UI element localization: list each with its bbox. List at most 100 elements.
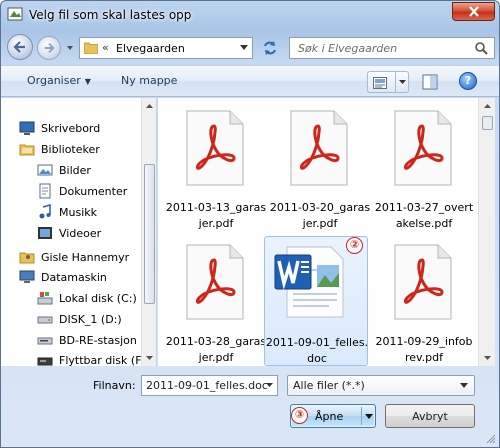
title-bar[interactable]: Velg fil som skal lastes opp: [1, 1, 499, 29]
word-document-icon: [274, 246, 344, 318]
nav-item-label: BD-RE-stasjon: [59, 333, 137, 347]
pdf-file-icon: [186, 110, 244, 186]
file-type-value: Alle filer (*.*): [293, 379, 365, 392]
file-item[interactable]: 2011-03-13_garas jer.pdf: [164, 102, 268, 232]
file-type-select[interactable]: Alle filer (*.*): [287, 375, 475, 396]
callout-marker-3: ③: [291, 407, 308, 424]
nav-item-disk-d[interactable]: DISK_1 (D:): [37, 309, 122, 329]
nav-item-libraries[interactable]: Biblioteker: [19, 139, 100, 159]
scrollbar-thumb[interactable]: [482, 116, 493, 130]
nav-item-videos[interactable]: Videoer: [37, 223, 101, 243]
command-bar: Organiser ▼ Ny mappe ?: [1, 65, 499, 97]
nav-item-label: Gisle Hannemyr: [41, 250, 130, 264]
file-name: 2011-03-28_garas jer.pdf: [164, 334, 268, 366]
close-icon: [469, 6, 479, 17]
breadcrumb-overflow[interactable]: «: [102, 41, 109, 54]
file-name-line: jer.pdf: [302, 217, 338, 230]
nav-item-label: Datamaskin: [41, 270, 107, 284]
nav-item-pictures[interactable]: Bilder: [37, 160, 91, 180]
search-input[interactable]: Søk i Elvegaarden: [289, 37, 495, 59]
file-item[interactable]: 2011-03-27_overt akelse.pdf: [372, 102, 476, 232]
optical-drive-icon: [37, 337, 53, 345]
address-dropdown[interactable]: [236, 38, 252, 58]
chevron-down-icon: [460, 383, 468, 388]
file-item[interactable]: 2011-09-29_infob rev.pdf: [372, 236, 476, 366]
file-list-scrollbar[interactable]: [478, 98, 495, 366]
nav-item-label: Skrivebord: [41, 121, 101, 135]
documents-icon: [39, 183, 51, 199]
pdf-file-icon: [394, 110, 452, 186]
file-list: 2011-03-13_garas jer.pdf 2011-03-20_garas…: [158, 98, 478, 366]
cancel-button-label: Avbryt: [412, 410, 448, 423]
nav-item-label: Dokumenter: [59, 184, 128, 198]
new-folder-button[interactable]: Ny mappe: [121, 74, 177, 87]
nav-item-user-folder[interactable]: Gisle Hannemyr: [19, 247, 129, 267]
recent-pages-dropdown-icon[interactable]: [65, 43, 75, 53]
navigation-pane: Skrivebord Biblioteker Bilder Dokumenter…: [1, 98, 157, 366]
chevron-down-icon: [266, 383, 273, 387]
nav-item-bd-drive[interactable]: BD-RE-stasjon: [37, 330, 137, 350]
search-icon[interactable]: [474, 41, 488, 55]
scroll-up-icon[interactable]: [144, 101, 155, 112]
pdf-file-icon: [186, 244, 244, 320]
file-name-line: doc: [307, 352, 327, 365]
nav-item-label: Flyttbar disk (F:: [59, 353, 145, 367]
forward-button[interactable]: [37, 36, 61, 60]
organise-menu-button[interactable]: Organiser ▼: [27, 74, 91, 87]
file-name-line: 2011-03-28_garas: [165, 335, 267, 348]
view-icon: [373, 77, 387, 89]
file-item-selected[interactable]: 2011-09-01_felles.doc: [264, 236, 368, 366]
file-name: 2011-03-13_garas jer.pdf: [164, 200, 268, 232]
arrow-left-icon: [13, 41, 25, 53]
nav-item-label: Musikk: [59, 205, 97, 219]
help-icon: ?: [464, 74, 472, 87]
nav-item-label: Biblioteker: [41, 142, 100, 156]
file-item[interactable]: 2011-03-20_garas jer.pdf: [268, 102, 372, 232]
window-title: Velg fil som skal lastes opp: [29, 8, 192, 22]
file-name: 2011-09-01_felles.doc: [265, 335, 369, 366]
chevron-down-icon: [240, 45, 248, 50]
help-button[interactable]: ?: [459, 72, 477, 90]
nav-item-desktop[interactable]: Skrivebord: [19, 118, 100, 138]
preview-pane-icon[interactable]: [421, 73, 439, 91]
view-options-dropdown[interactable]: [395, 71, 409, 93]
chevron-down-icon[interactable]: [365, 414, 373, 419]
open-button-label: Åpne: [315, 410, 344, 423]
close-button[interactable]: [452, 2, 495, 21]
nav-item-removable-disk[interactable]: Flyttbar disk (F:: [37, 350, 144, 366]
nav-item-computer[interactable]: Datamaskin: [19, 267, 107, 287]
nav-item-music[interactable]: Musikk: [37, 202, 97, 222]
file-item[interactable]: 2011-03-28_garas jer.pdf: [164, 236, 268, 366]
nav-item-label: DISK_1 (D:): [59, 312, 122, 326]
chevron-down-icon: [399, 80, 406, 84]
videos-icon: [38, 227, 52, 239]
resize-grip-icon[interactable]: [486, 434, 496, 444]
filename-dropdown[interactable]: [263, 376, 277, 395]
drive-icon: [37, 316, 53, 324]
file-name-line: akelse.pdf: [395, 217, 453, 230]
split-divider: [361, 407, 362, 425]
filename-field[interactable]: 2011-09-01_felles.doc: [141, 375, 278, 396]
scrollbar-thumb[interactable]: [144, 164, 155, 304]
file-name-line: 2011-09-01_felles.: [265, 336, 369, 349]
file-name: 2011-09-29_infob rev.pdf: [372, 334, 476, 366]
nav-item-label: Videoer: [59, 226, 102, 240]
cancel-button[interactable]: Avbryt: [385, 404, 475, 428]
local-disk-icon: [37, 292, 53, 305]
file-name-line: rev.pdf: [404, 351, 444, 364]
scroll-down-icon[interactable]: [482, 352, 493, 363]
address-bar[interactable]: « Elvegaarden: [79, 37, 253, 59]
breadcrumb-current[interactable]: Elvegaarden: [116, 42, 185, 55]
navigation-scrollbar[interactable]: [141, 98, 156, 366]
scroll-up-icon[interactable]: [482, 101, 493, 112]
nav-item-local-disk[interactable]: Lokal disk (C:): [37, 288, 137, 308]
refresh-button[interactable]: [259, 38, 281, 58]
file-name-line: 2011-09-29_infob: [375, 335, 473, 348]
back-button[interactable]: [7, 34, 33, 60]
file-name-line: jer.pdf: [198, 217, 234, 230]
scroll-down-icon[interactable]: [144, 352, 155, 363]
file-open-dialog: Velg fil som skal lastes opp « Elvegaard…: [0, 0, 500, 448]
organise-label: Organiser: [27, 74, 81, 87]
file-name-line: jer.pdf: [198, 351, 234, 364]
nav-item-documents[interactable]: Dokumenter: [37, 181, 127, 201]
